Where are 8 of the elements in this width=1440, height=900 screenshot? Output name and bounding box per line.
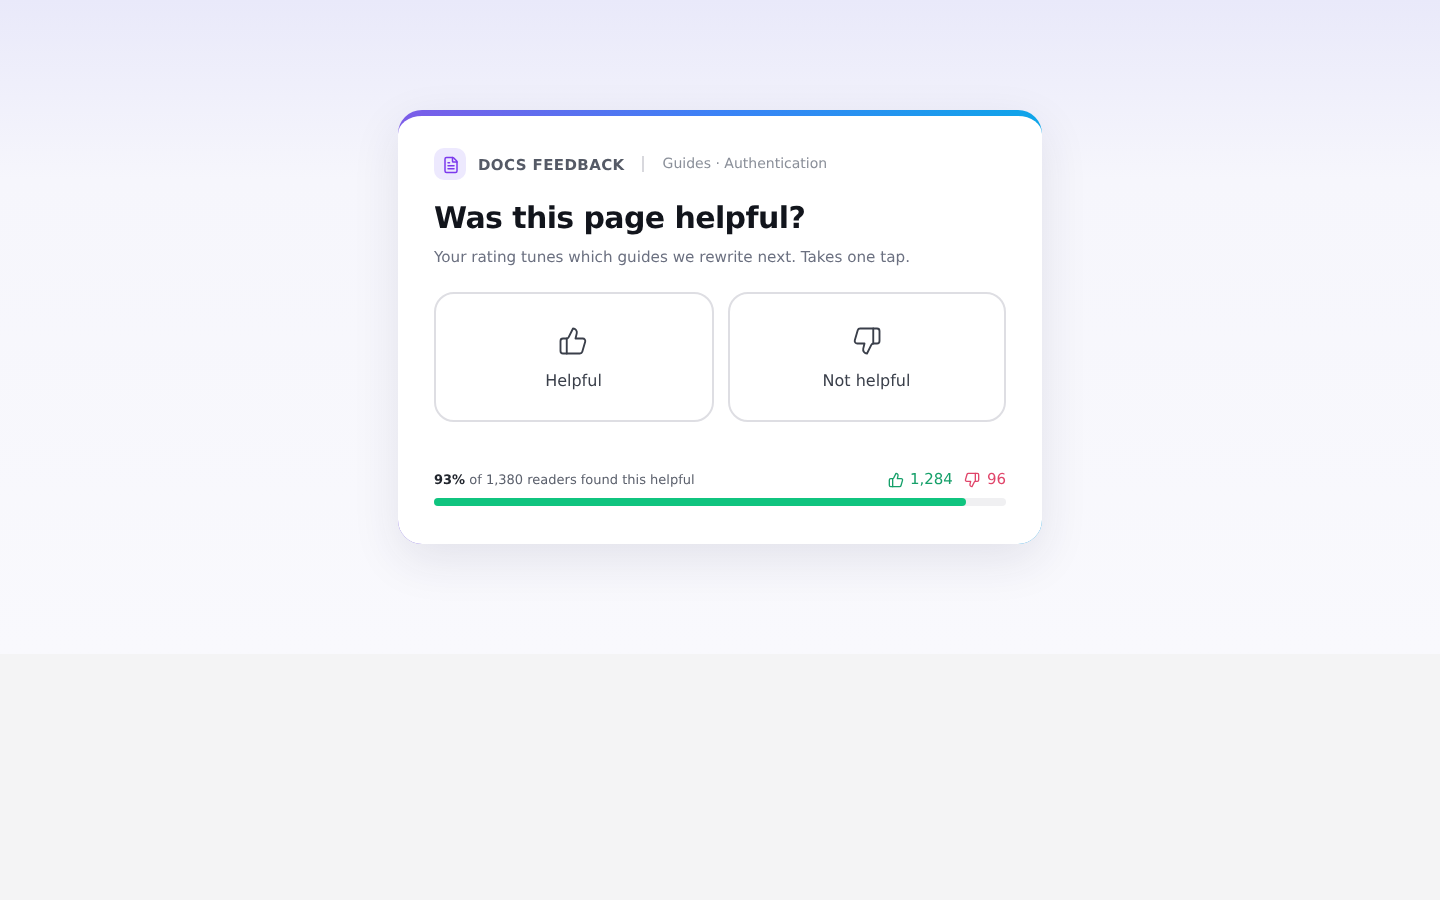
thumbs-down-icon — [964, 471, 981, 487]
thumbs-down-icon — [851, 325, 882, 355]
helpful-button[interactable]: Helpful — [434, 292, 713, 422]
thumbs-up-icon — [887, 471, 904, 487]
thumbs-up-icon — [558, 325, 589, 355]
card-title: Was this page helpful? — [434, 200, 808, 236]
document-icon — [434, 148, 466, 180]
not-helpful-button[interactable]: Not helpful — [727, 292, 1006, 422]
